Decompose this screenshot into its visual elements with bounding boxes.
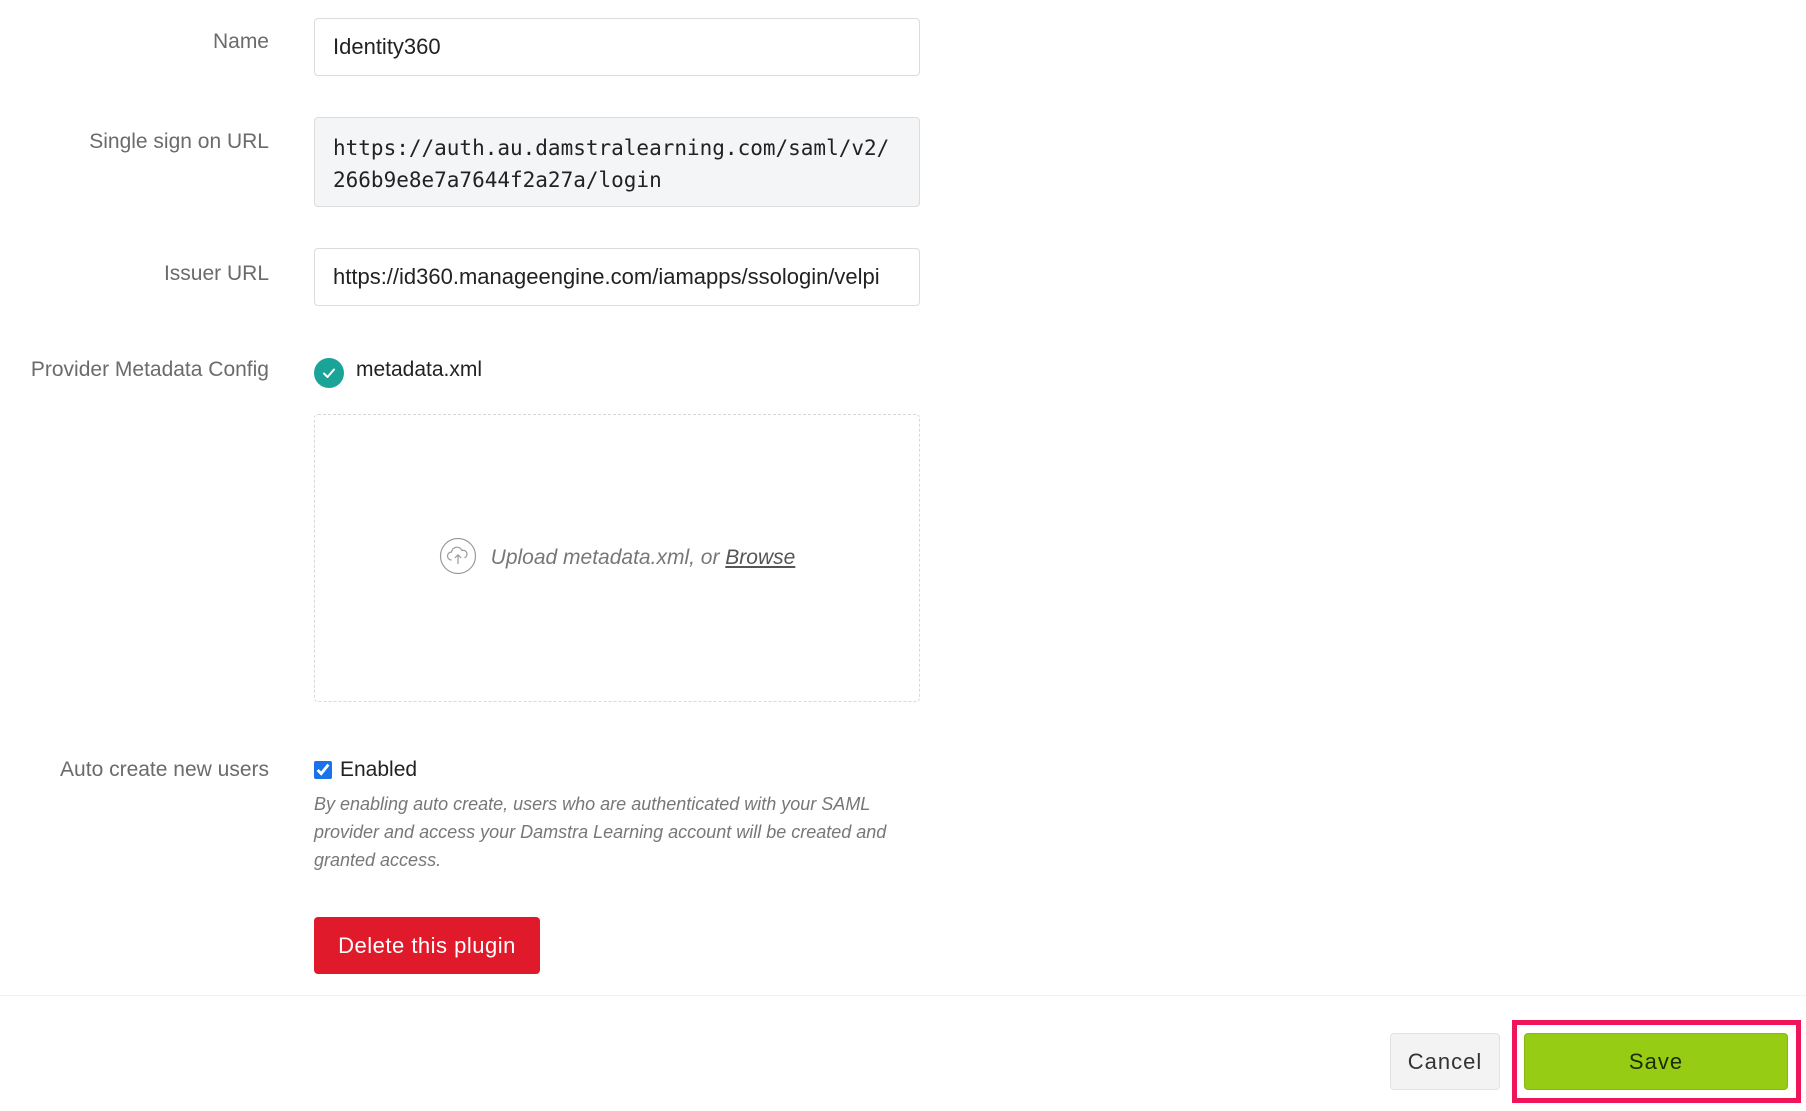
metadata-file-name: metadata.xml	[356, 358, 483, 381]
metadata-dropzone[interactable]: Upload metadata.xml, or Browse	[314, 414, 920, 702]
save-button[interactable]: Save	[1524, 1033, 1788, 1090]
issuer-url-input[interactable]	[333, 249, 901, 305]
cancel-button[interactable]: Cancel	[1390, 1033, 1500, 1090]
name-input[interactable]	[333, 19, 901, 75]
footer-actions: Cancel Save	[0, 995, 1806, 1111]
sso-url-value: https://auth.au.damstralearning.com/saml…	[314, 117, 920, 207]
name-field[interactable]	[314, 18, 920, 76]
enabled-option[interactable]: Enabled	[314, 758, 417, 782]
sso-url-label: Single sign on URL	[89, 130, 269, 153]
upload-prompt-text: Upload metadata.xml, or	[490, 546, 720, 569]
delete-plugin-button[interactable]: Delete this plugin	[314, 917, 540, 974]
name-label: Name	[212, 30, 269, 53]
enabled-checkbox[interactable]	[314, 761, 332, 779]
plugin-settings-form: Name Single sign on URL https://auth.au.…	[0, 0, 1806, 995]
browse-link[interactable]: Browse	[725, 546, 795, 569]
upload-prompt: Upload metadata.xml, or Browse	[491, 546, 796, 570]
issuer-url-field[interactable]	[314, 248, 920, 306]
check-circle-icon	[314, 358, 344, 388]
enabled-label: Enabled	[340, 758, 418, 781]
auto-create-label: Auto create new users	[60, 758, 269, 781]
metadata-config-label: Provider Metadata Config	[30, 358, 269, 381]
issuer-url-label: Issuer URL	[163, 262, 269, 285]
cloud-upload-icon	[439, 537, 477, 580]
auto-create-help-text: By enabling auto create, users who are a…	[314, 794, 887, 870]
